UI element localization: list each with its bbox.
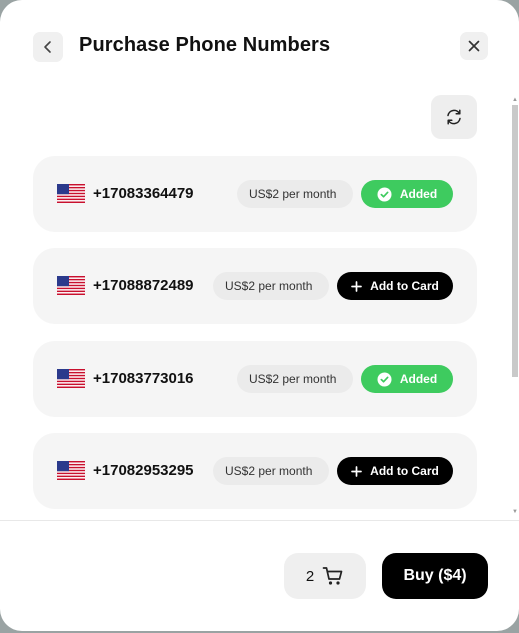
scrollbar-thumb[interactable] bbox=[512, 105, 518, 377]
action-label: Add to Card bbox=[370, 464, 439, 478]
refresh-icon bbox=[447, 109, 461, 125]
action-label: Added bbox=[399, 372, 438, 386]
check-circle-icon bbox=[377, 372, 392, 387]
price-badge: US$2 per month bbox=[237, 180, 353, 208]
add-to-card-button[interactable]: Add to Card bbox=[337, 272, 453, 300]
price-badge: US$2 per month bbox=[213, 272, 329, 300]
add-to-card-button[interactable]: Add to Card bbox=[337, 457, 453, 485]
scroll-down-arrow-icon[interactable]: ▼ bbox=[512, 509, 518, 515]
close-button[interactable] bbox=[460, 32, 488, 60]
cart-count: 2 bbox=[305, 567, 315, 585]
added-button[interactable]: Added bbox=[361, 180, 453, 208]
phone-number-row: +17083364479 US$2 per month Added bbox=[33, 156, 477, 232]
buy-button[interactable]: Buy ($4) bbox=[382, 553, 488, 599]
action-label: Add to Card bbox=[370, 279, 439, 293]
page-title: Purchase Phone Numbers bbox=[79, 34, 331, 56]
cart-button[interactable]: 2 bbox=[284, 553, 366, 599]
us-flag-icon bbox=[57, 461, 85, 480]
us-flag-icon bbox=[57, 184, 85, 203]
scroll-up-arrow-icon[interactable]: ▲ bbox=[512, 97, 518, 103]
back-button[interactable] bbox=[33, 32, 63, 62]
price-badge: US$2 per month bbox=[237, 365, 353, 393]
list-scrollbar[interactable]: ▲ ▼ bbox=[510, 95, 519, 520]
cart-icon bbox=[322, 567, 343, 585]
chevron-left-icon bbox=[44, 41, 51, 53]
purchase-modal: Purchase Phone Numbers +17083364479 US$2… bbox=[0, 0, 519, 631]
phone-number-row: +17083773016 US$2 per month Added bbox=[33, 341, 477, 417]
phone-number: +17083773016 bbox=[93, 370, 194, 387]
action-label: Added bbox=[399, 187, 438, 201]
phone-number: +17083364479 bbox=[93, 185, 194, 202]
phone-number: +17082953295 bbox=[93, 462, 194, 479]
close-icon bbox=[468, 40, 480, 52]
plus-icon bbox=[351, 280, 363, 292]
us-flag-icon bbox=[57, 369, 85, 388]
footer-divider bbox=[0, 520, 519, 521]
phone-number-row: +17088872489 US$2 per month Add to Card bbox=[33, 248, 477, 324]
phone-number-row: +17082953295 US$2 per month Add to Card bbox=[33, 433, 477, 509]
plus-icon bbox=[351, 465, 363, 477]
check-circle-icon bbox=[377, 187, 392, 202]
refresh-button[interactable] bbox=[431, 95, 477, 139]
price-badge: US$2 per month bbox=[213, 457, 329, 485]
added-button[interactable]: Added bbox=[361, 365, 453, 393]
modal-header: Purchase Phone Numbers bbox=[0, 0, 519, 95]
phone-number: +17088872489 bbox=[93, 277, 194, 294]
us-flag-icon bbox=[57, 276, 85, 295]
